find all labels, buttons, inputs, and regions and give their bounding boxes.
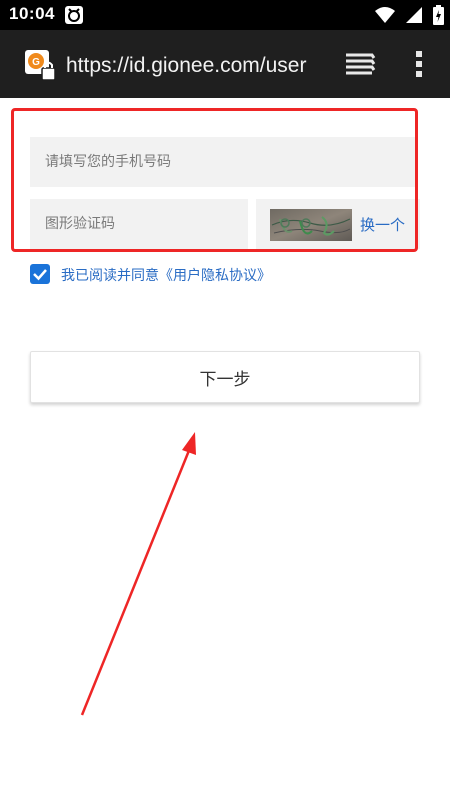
status-icons: [375, 5, 444, 25]
status-time: 10:04: [9, 4, 55, 23]
site-security-icon[interactable]: G: [24, 48, 56, 82]
next-step-button[interactable]: 下一步: [30, 351, 420, 403]
privacy-agreement-link[interactable]: 我已阅读并同意《用户隐私协议》: [61, 265, 271, 285]
battery-charging-icon: [433, 5, 444, 25]
svg-text:G: G: [32, 57, 40, 68]
tabs-stack-icon[interactable]: [343, 51, 377, 77]
refresh-captcha-link[interactable]: 换一个: [360, 214, 405, 235]
checkmark-icon: [33, 269, 47, 281]
overflow-menu-icon[interactable]: [412, 48, 426, 80]
wifi-icon: [375, 7, 395, 23]
agree-checkbox[interactable]: [30, 264, 50, 284]
signal-icon: [406, 7, 422, 23]
captcha-image[interactable]: [270, 209, 352, 241]
url-bar[interactable]: https://id.gionee.com/user: [66, 52, 320, 80]
status-bar: 10:04: [0, 0, 450, 30]
phone-number-input[interactable]: [30, 137, 415, 187]
captcha-input[interactable]: [30, 199, 248, 249]
notification-app-icon: [65, 6, 83, 24]
